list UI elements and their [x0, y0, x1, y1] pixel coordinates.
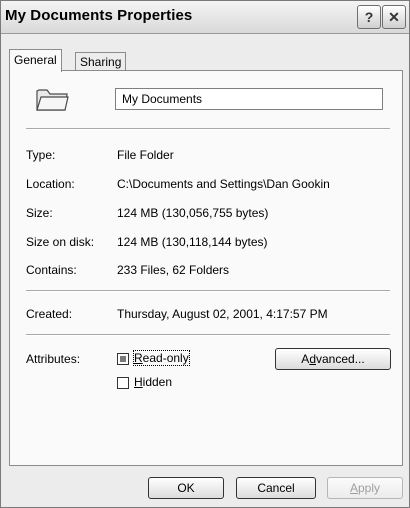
size-value: 124 MB (130,056,755 bytes) — [117, 206, 269, 220]
created-value: Thursday, August 02, 2001, 4:17:57 PM — [117, 307, 328, 321]
hidden-checkbox[interactable] — [117, 377, 129, 389]
read-only-accel: R — [134, 351, 143, 365]
window-title: My Documents Properties — [5, 7, 193, 24]
location-label: Location: — [26, 177, 75, 191]
ok-label: OK — [177, 481, 195, 495]
attributes-label: Attributes: — [26, 352, 81, 366]
properties-window: My Documents Properties ? ✕ General Shar… — [0, 0, 410, 508]
apply-text: pply — [358, 481, 381, 495]
contains-label: Contains: — [26, 263, 77, 277]
tab-general-label: General — [14, 53, 57, 67]
type-label: Type: — [26, 148, 56, 162]
cancel-button[interactable]: Cancel — [236, 477, 316, 499]
read-only-text: ead-only — [142, 351, 189, 365]
created-label: Created: — [26, 307, 73, 321]
location-value: C:\Documents and Settings\Dan Gookin — [117, 177, 330, 191]
hidden-label[interactable]: Hidden — [134, 375, 172, 389]
size-label: Size: — [26, 206, 53, 220]
title-bar[interactable]: My Documents Properties ? ✕ — [1, 1, 409, 34]
folder-icon — [36, 89, 69, 111]
tab-sharing-label: Sharing — [80, 55, 122, 69]
general-tab-panel: Type: File Folder Location: C:\Documents… — [9, 70, 403, 466]
apply-button[interactable]: Apply — [327, 477, 403, 499]
divider — [26, 128, 390, 130]
cancel-label: Cancel — [257, 481, 295, 495]
hidden-accel: H — [134, 375, 143, 389]
read-only-checkbox[interactable] — [117, 353, 129, 365]
divider — [26, 334, 390, 336]
hidden-text: idden — [142, 375, 173, 389]
tab-sharing[interactable]: Sharing — [75, 52, 127, 71]
close-button[interactable]: ✕ — [382, 5, 406, 29]
apply-accel: A — [349, 481, 358, 495]
contains-value: 233 Files, 62 Folders — [117, 263, 230, 277]
advanced-accel: d — [309, 352, 316, 366]
divider — [26, 290, 390, 292]
help-button[interactable]: ? — [357, 5, 381, 29]
tab-general[interactable]: General — [9, 49, 62, 72]
question-mark-icon: ? — [364, 9, 374, 25]
folder-name-input[interactable] — [115, 88, 383, 110]
advanced-pre: A — [301, 352, 310, 366]
size-on-disk-label: Size on disk: — [26, 235, 95, 249]
advanced-text: vanced... — [316, 352, 365, 366]
type-value: File Folder — [117, 148, 174, 162]
read-only-label[interactable]: Read-only — [133, 350, 190, 366]
close-icon: ✕ — [388, 8, 400, 25]
ok-button[interactable]: OK — [148, 477, 224, 499]
size-on-disk-value: 124 MB (130,118,144 bytes) — [117, 235, 268, 249]
advanced-button[interactable]: Ad vanced... — [275, 348, 391, 370]
